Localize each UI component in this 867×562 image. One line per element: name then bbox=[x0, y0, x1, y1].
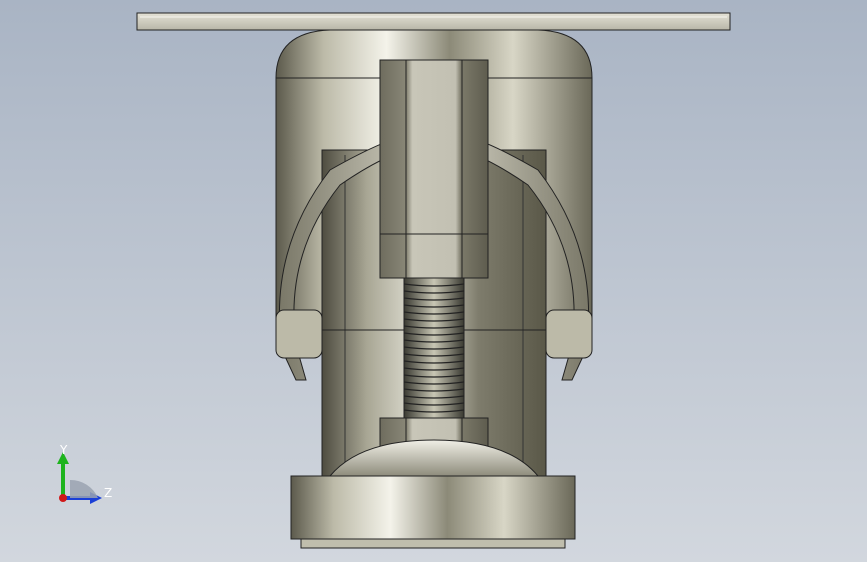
orientation-triad: Y Z bbox=[57, 443, 112, 504]
cad-viewport[interactable]: Y Z bbox=[0, 0, 867, 562]
caster-model[interactable] bbox=[0, 0, 867, 562]
threaded-stud[interactable] bbox=[403, 277, 465, 419]
z-axis-label: Z bbox=[104, 486, 112, 500]
plane-indicator bbox=[70, 479, 98, 498]
y-axis-label: Y bbox=[59, 443, 68, 457]
hex-nut-upper[interactable] bbox=[379, 59, 489, 279]
x-axis-dot bbox=[59, 494, 67, 502]
wheel[interactable] bbox=[290, 475, 576, 549]
top-plate[interactable] bbox=[136, 12, 731, 31]
